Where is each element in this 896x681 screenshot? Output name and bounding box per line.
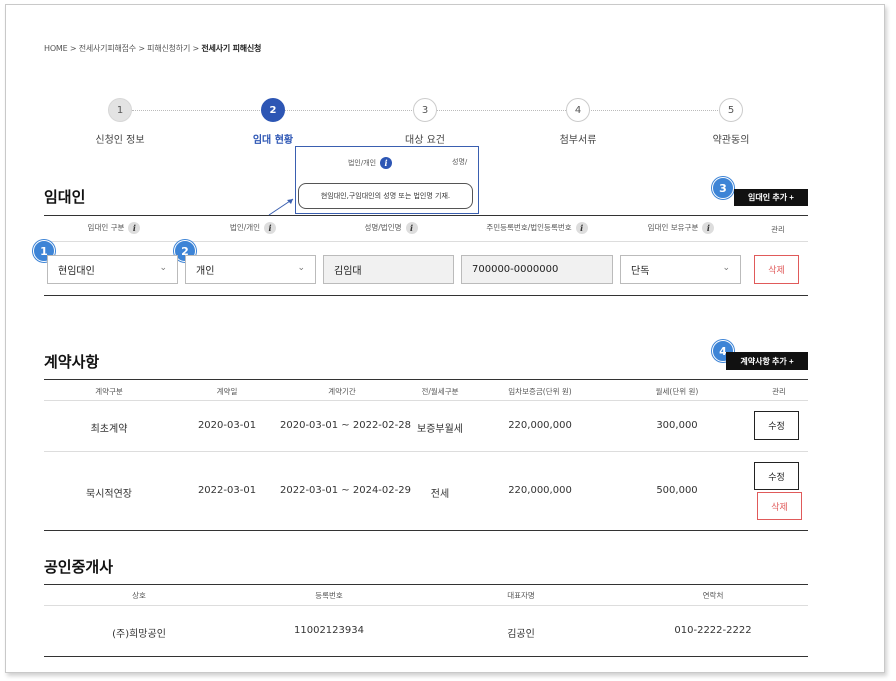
broker-section-title: 공인중개사: [44, 558, 114, 576]
broker-header-regno: 등록번호: [315, 591, 343, 600]
broker-header-phone: 연락처: [702, 591, 724, 600]
contract-row-2-renttype: 전세: [430, 489, 450, 500]
contract-row-divider: [44, 451, 808, 452]
step-4-label: 첨부서류: [559, 135, 597, 146]
contract-row-2-date: 2022-03-01: [197, 485, 257, 496]
chevron-down-icon: ⌄: [159, 263, 167, 273]
contract-header-kind: 계약구분: [95, 387, 123, 396]
broker-regno: 11002123934: [294, 625, 364, 636]
landlord-header-regno: 주민등록번호/법인등록번호 i: [460, 222, 614, 234]
contract-section-title: 계약사항: [44, 353, 100, 371]
contract-row-2-kind: 묵시적연장: [86, 489, 132, 500]
contract-row-1-edit-button[interactable]: 수정: [754, 411, 799, 440]
tooltip-header-name: 성명/: [452, 158, 468, 166]
contract-header-manage: 관리: [772, 387, 786, 396]
info-icon[interactable]: i: [702, 222, 715, 234]
landlord-entity-select[interactable]: 개인 ⌄: [185, 255, 316, 284]
contract-row-2-period: 2022-03-01 ~ 2024-02-29: [280, 485, 411, 496]
contract-header-divider: [44, 400, 808, 401]
step-5-label: 약관동의: [712, 135, 750, 146]
contract-row-2-edit-button[interactable]: 수정: [754, 462, 799, 490]
tooltip-arrow: [268, 198, 294, 216]
landlord-ownership-select[interactable]: 단독 ⌄: [620, 255, 741, 284]
tooltip-bubble: 현임대인,구임대인의 성명 또는 법인명 기재.: [298, 183, 473, 209]
chevron-down-icon: ⌄: [297, 263, 305, 273]
contract-header-monthly: 월세(단위 원): [655, 387, 699, 396]
page-frame: [5, 4, 885, 673]
landlord-type-select[interactable]: 현임대인 ⌄: [47, 255, 178, 284]
landlord-delete-button[interactable]: 삭제: [754, 255, 799, 284]
contract-row-2-deposit: 220,000,000: [508, 485, 572, 496]
step-3-label: 대상 요건: [405, 135, 445, 146]
step-5-circle: 5: [719, 98, 743, 122]
step-2-label: 임대 현황: [252, 135, 294, 146]
contract-header-deposit: 임차보증금(단위 원): [508, 387, 572, 396]
info-icon[interactable]: i: [405, 222, 418, 234]
contract-header-renttype: 전/월세구분: [421, 387, 459, 396]
landlord-name-field[interactable]: 김임대: [323, 255, 454, 284]
contract-table-top-border: [44, 379, 808, 380]
landlord-header-manage: 관리: [771, 225, 785, 234]
broker-header-rep: 대표자명: [507, 591, 535, 600]
step-1-label: 신청인 정보: [95, 135, 145, 146]
contract-table-bottom-border: [44, 530, 808, 531]
contract-row-2-monthly: 500,000: [656, 485, 698, 496]
contract-header-period: 계약기간: [328, 387, 356, 396]
contract-header-date: 계약일: [216, 387, 238, 396]
contract-row-1-date: 2020-03-01: [197, 420, 257, 431]
step-3-circle: 3: [413, 98, 437, 122]
tooltip-header-entity: 법인/개인 i: [330, 157, 410, 169]
broker-phone: 010-2222-2222: [674, 625, 752, 636]
landlord-header-type: 임대인 구분 i: [44, 222, 184, 234]
breadcrumb-level2[interactable]: 피해신청하기: [147, 44, 190, 53]
add-landlord-button[interactable]: 임대인 추가 +: [734, 189, 808, 206]
landlord-header-ownership: 임대인 보유구분 i: [614, 222, 748, 234]
landlord-table-bottom-border: [44, 295, 808, 296]
landlord-table-top-border: [44, 215, 808, 216]
contract-row-2-delete-button[interactable]: 삭제: [757, 492, 802, 520]
chevron-down-icon: ⌄: [722, 263, 730, 273]
breadcrumb: HOME > 전세사기피해접수 > 피해신청하기 > 전세사기 피해신청: [44, 44, 262, 53]
broker-rep: 김공인: [507, 629, 535, 640]
landlord-section-title: 임대인: [44, 188, 86, 206]
step-4-circle: 4: [566, 98, 590, 122]
contract-row-1-monthly: 300,000: [656, 420, 698, 431]
landlord-regno-field[interactable]: 700000-0000000: [461, 255, 613, 284]
info-icon[interactable]: i: [128, 222, 141, 234]
callout-badge-3: 3: [712, 177, 734, 199]
info-icon[interactable]: i: [380, 157, 393, 169]
add-contract-button[interactable]: 계약사항 추가 +: [726, 352, 808, 370]
contract-row-1-kind: 최초계약: [90, 424, 128, 435]
landlord-header-entity: 법인/개인 i: [184, 222, 322, 234]
broker-table-top-border: [44, 584, 808, 585]
breadcrumb-level1[interactable]: 전세사기피해접수: [79, 44, 136, 53]
contract-row-1-deposit: 220,000,000: [508, 420, 572, 431]
broker-header-divider: [44, 605, 808, 606]
contract-row-1-renttype: 보증부월세: [417, 424, 463, 435]
broker-header-company: 상호: [132, 591, 146, 600]
info-icon[interactable]: i: [264, 222, 277, 234]
step-1-circle: 1: [108, 98, 132, 122]
contract-row-1-period: 2020-03-01 ~ 2022-02-28: [280, 420, 411, 431]
breadcrumb-current: 전세사기 피해신청: [201, 44, 262, 53]
breadcrumb-home[interactable]: HOME: [44, 44, 68, 53]
landlord-header-name: 성명/법인명 i: [322, 222, 460, 234]
info-icon[interactable]: i: [575, 222, 588, 234]
broker-table-bottom-border: [44, 656, 808, 657]
step-2-circle: 2: [261, 98, 285, 122]
broker-company: (주)희망공인: [112, 629, 166, 640]
landlord-header-divider: [44, 241, 808, 242]
